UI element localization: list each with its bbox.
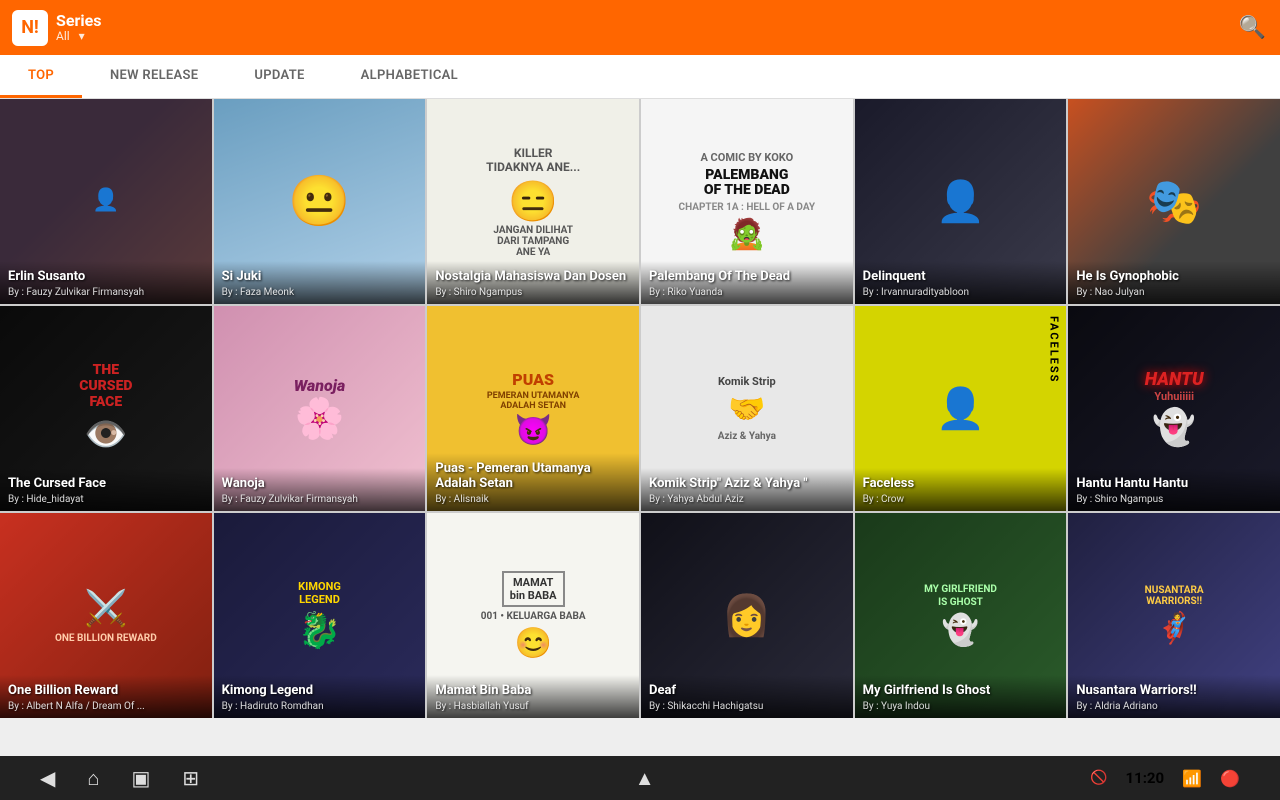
home-button[interactable]: ⌂ <box>87 766 99 791</box>
manga-author: By : Riko Yuanda <box>649 287 845 298</box>
list-item[interactable]: 👤 Erlin Susanto By : Fauzy Zulvikar Firm… <box>0 99 212 304</box>
manga-title: Nusantara Warriors!! <box>1076 683 1272 699</box>
manga-title: Si Juki <box>222 269 418 285</box>
manga-author: By : Hasbiallah Yusuf <box>435 701 631 712</box>
list-item[interactable]: Komik Strip 🤝 Aziz & Yahya Komik Strip" … <box>641 306 853 511</box>
tab-bar: TOP NEW RELEASE UPDATE ALPHABETICAL <box>0 55 1280 99</box>
bottom-nav-bar: ◀ ⌂ ▣ ⊞ ▲ 🚫 11:20 📶 🔴 <box>0 756 1280 800</box>
manga-title: Mamat Bin Baba <box>435 683 631 699</box>
manga-grid: 👤 Erlin Susanto By : Fauzy Zulvikar Firm… <box>0 99 1280 756</box>
tab-alphabetical[interactable]: ALPHABETICAL <box>333 55 486 98</box>
battery-icon: 🔴 <box>1220 769 1240 788</box>
list-item[interactable]: KIMONGLEGEND 🐉 Kimong Legend By : Hadiru… <box>214 513 426 718</box>
manga-author: By : Faza Meonk <box>222 287 418 298</box>
manga-author: By : Shiro Ngampus <box>435 287 631 298</box>
manga-title: Puas - Pemeran Utamanya Adalah Setan <box>435 461 631 492</box>
list-item[interactable]: 👤 FACELESS Faceless By : Crow <box>855 306 1067 511</box>
manga-author: By : Shikacchi Hachigatsu <box>649 701 845 712</box>
dropdown-arrow-icon[interactable]: ▾ <box>79 29 85 43</box>
list-item[interactable]: 👤 Delinquent By : Irvannuradityabloon <box>855 99 1067 304</box>
grid-inner: 👤 Erlin Susanto By : Fauzy Zulvikar Firm… <box>0 99 1280 718</box>
tab-new-release[interactable]: NEW RELEASE <box>82 55 226 98</box>
manga-author: By : Irvannuradityabloon <box>863 287 1059 298</box>
manga-author: By : Hadiruto Romdhan <box>222 701 418 712</box>
list-item[interactable]: 😐 Si Juki By : Faza Meonk <box>214 99 426 304</box>
manga-title: Deaf <box>649 683 845 699</box>
manga-title: The Cursed Face <box>8 476 204 492</box>
manga-author: By : Fauzy Zulvikar Firmansyah <box>8 287 204 298</box>
recents-button[interactable]: ▣ <box>131 766 150 790</box>
clock-display: 11:20 <box>1125 769 1164 787</box>
list-item[interactable]: 👩 Deaf By : Shikacchi Hachigatsu <box>641 513 853 718</box>
list-item[interactable]: MY GIRLFRIENDIS GHOST 👻 My Girlfriend Is… <box>855 513 1067 718</box>
tab-top[interactable]: TOP <box>0 55 82 98</box>
search-button[interactable]: 🔍 <box>1239 15 1266 40</box>
manga-author: By : Fauzy Zulvikar Firmansyah <box>222 494 418 505</box>
app-header: N! Series All ▾ 🔍 <box>0 0 1280 55</box>
manga-title: Komik Strip" Aziz & Yahya " <box>649 476 845 492</box>
list-item[interactable]: HANTU Yuhuiiiii 👻 Hantu Hantu Hantu By :… <box>1068 306 1280 511</box>
manga-author: By : Nao Julyan <box>1076 287 1272 298</box>
manga-author: By : Yahya Abdul Aziz <box>649 494 845 505</box>
list-item[interactable]: 🎭 He Is Gynophobic By : Nao Julyan <box>1068 99 1280 304</box>
manga-title: Kimong Legend <box>222 683 418 699</box>
logo-area: N! Series All ▾ <box>12 10 101 46</box>
manga-title: Wanoja <box>222 476 418 492</box>
list-item[interactable]: A COMIC BY KOKO PALEMBANGOF THE DEAD CHA… <box>641 99 853 304</box>
back-button[interactable]: ◀ <box>40 766 55 790</box>
manga-title: One Billion Reward <box>8 683 204 699</box>
manga-author: By : Alisnaik <box>435 494 631 505</box>
series-info: Series All ▾ <box>56 12 101 44</box>
series-sub: All ▾ <box>56 29 101 43</box>
list-item[interactable]: THECURSEDFACE 👁️ The Cursed Face By : Hi… <box>0 306 212 511</box>
manga-title: He Is Gynophobic <box>1076 269 1272 285</box>
status-area: 🚫 11:20 📶 🔴 <box>1090 769 1240 788</box>
list-item[interactable]: PUAS PEMERAN UTAMANYAADALAH SETAN 😈 Puas… <box>427 306 639 511</box>
manga-author: By : Crow <box>863 494 1059 505</box>
list-item[interactable]: MAMATbin BABA 001 • KELUARGA BABA 😊 Mama… <box>427 513 639 718</box>
manga-author: By : Yuya Indou <box>863 701 1059 712</box>
no-sim-icon: 🚫 <box>1090 770 1107 786</box>
manga-title: Delinquent <box>863 269 1059 285</box>
list-item[interactable]: ⚔️ ONE BILLION REWARD One Billion Reward… <box>0 513 212 718</box>
manga-author: By : Albert N Alfa / Dream Of ... <box>8 701 204 712</box>
tab-update[interactable]: UPDATE <box>226 55 332 98</box>
list-item[interactable]: KILLERTIDAKNYA ANE... 😑 JANGAN DILIHATDA… <box>427 99 639 304</box>
manga-author: By : Aldria Adriano <box>1076 701 1272 712</box>
manga-title: My Girlfriend Is Ghost <box>863 683 1059 699</box>
app-logo: N! <box>12 10 48 46</box>
manga-title: Nostalgia Mahasiswa Dan Dosen <box>435 269 631 285</box>
manga-title: Hantu Hantu Hantu <box>1076 476 1272 492</box>
manga-author: By : Shiro Ngampus <box>1076 494 1272 505</box>
manga-author: By : Hide_hidayat <box>8 494 204 505</box>
manga-title: Faceless <box>863 476 1059 492</box>
manga-title: Erlin Susanto <box>8 269 204 285</box>
series-title: Series <box>56 12 101 30</box>
list-item[interactable]: Wanoja 🌸 Wanoja By : Fauzy Zulvikar Firm… <box>214 306 426 511</box>
wifi-icon: 📶 <box>1182 769 1202 788</box>
list-item[interactable]: NUSANTARAWARRIORS!! 🦸 Nusantara Warriors… <box>1068 513 1280 718</box>
menu-button[interactable]: ⊞ <box>182 766 199 790</box>
scroll-up-button[interactable]: ▲ <box>635 766 655 791</box>
manga-title: Palembang Of The Dead <box>649 269 845 285</box>
